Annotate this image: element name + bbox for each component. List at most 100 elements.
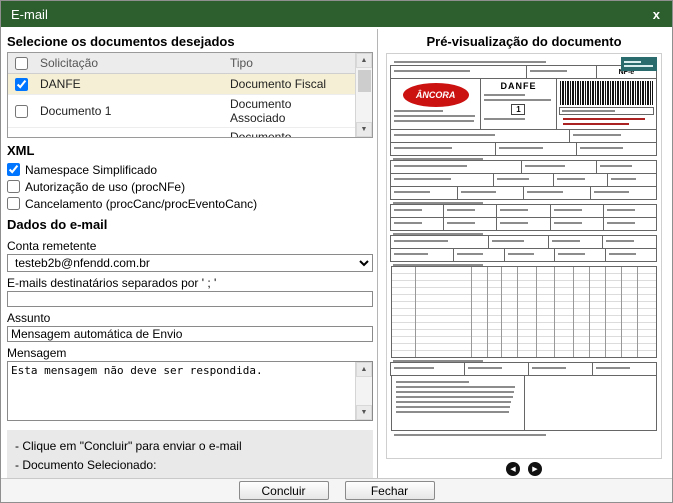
skeleton-text-line bbox=[492, 240, 523, 242]
invoice-detail bbox=[496, 204, 550, 218]
invoice-detail bbox=[390, 235, 489, 249]
invoice-detail bbox=[416, 267, 472, 357]
dialog-footer: Concluir Fechar bbox=[1, 478, 672, 502]
recipients-label: E-mails destinatários separados por ' ; … bbox=[7, 276, 373, 290]
column-header-tipo: Tipo bbox=[224, 53, 355, 73]
invoice-detail bbox=[554, 248, 606, 262]
invoice-additional-data bbox=[391, 375, 657, 431]
table-row[interactable]: Documento 2 Documento Associado bbox=[8, 127, 355, 138]
fechar-button[interactable]: Fechar bbox=[345, 481, 435, 500]
row-checkbox[interactable] bbox=[15, 78, 28, 91]
invoice-detail bbox=[483, 118, 553, 120]
info-line-instruction: - Clique em "Concluir" para enviar o e-m… bbox=[15, 437, 365, 456]
row-name: DANFE bbox=[34, 73, 224, 94]
recipients-input[interactable] bbox=[7, 291, 373, 307]
invoice-detail bbox=[596, 160, 657, 174]
row-type: Documento Fiscal bbox=[224, 73, 355, 94]
documents-table: Solicitação Tipo DANFE Documento Fiscal bbox=[7, 52, 373, 138]
skeleton-text-line bbox=[532, 367, 566, 369]
invoice-detail bbox=[488, 267, 502, 357]
invoice-detail bbox=[488, 235, 548, 249]
email-dialog: E-mail x Selecione os documentos desejad… bbox=[0, 0, 673, 503]
prev-page-icon[interactable]: ◀ bbox=[506, 462, 520, 476]
xml-option-autorizacao[interactable]: Autorização de uso (procNFe) bbox=[7, 180, 373, 194]
skeleton-text-line bbox=[596, 367, 630, 369]
skeleton-text-line bbox=[396, 396, 513, 398]
skeleton-text-line bbox=[394, 147, 452, 149]
invoice-detail bbox=[605, 248, 657, 262]
invoice-detail bbox=[391, 187, 657, 200]
select-all-checkbox[interactable] bbox=[15, 57, 28, 70]
invoice-detail bbox=[472, 267, 488, 357]
invoice-detail bbox=[550, 217, 604, 231]
panel-divider bbox=[377, 29, 378, 478]
skeleton-text-line bbox=[530, 70, 568, 72]
invoice-detail bbox=[574, 267, 590, 357]
close-icon[interactable]: x bbox=[651, 7, 662, 22]
skeleton-text-line bbox=[580, 147, 624, 149]
scroll-thumb[interactable] bbox=[358, 70, 371, 92]
skeleton-text-line bbox=[394, 70, 470, 72]
invoice-detail bbox=[592, 362, 657, 376]
scroll-down-icon[interactable]: ▼ bbox=[356, 405, 372, 420]
skeleton-text-line bbox=[484, 118, 525, 120]
subject-input[interactable] bbox=[7, 326, 373, 342]
invoice-detail bbox=[622, 267, 638, 357]
table-scrollbar[interactable]: ▲ ▼ bbox=[355, 53, 372, 137]
invoice-detail bbox=[603, 217, 657, 231]
access-key-box bbox=[559, 107, 654, 115]
skeleton-text-line bbox=[484, 94, 525, 96]
scroll-down-icon[interactable]: ▼ bbox=[356, 122, 372, 137]
preview-heading: Pré-visualização do documento bbox=[382, 34, 666, 49]
invoice-detail bbox=[555, 267, 574, 357]
invoice-detail bbox=[550, 204, 604, 218]
invoice-detail bbox=[524, 376, 657, 430]
barcode bbox=[560, 81, 653, 105]
info-box: - Clique em "Concluir" para enviar o e-m… bbox=[7, 430, 373, 478]
invoice-detail bbox=[391, 61, 657, 63]
invoice-detail bbox=[496, 217, 550, 231]
next-page-icon[interactable]: ▶ bbox=[528, 462, 542, 476]
table-row[interactable]: Documento 1 Documento Associado bbox=[8, 94, 355, 127]
namespace-checkbox[interactable] bbox=[7, 163, 20, 176]
skeleton-text-line bbox=[447, 222, 475, 224]
message-textarea[interactable]: Esta mensagem não deve ser respondida. bbox=[8, 362, 355, 420]
scroll-up-icon[interactable]: ▲ bbox=[356, 362, 372, 377]
xml-option-label: Autorização de uso (procNFe) bbox=[25, 180, 185, 194]
skeleton-text-line bbox=[396, 411, 509, 413]
xml-option-namespace[interactable]: Namespace Simplificado bbox=[7, 163, 373, 177]
skeleton-text-line bbox=[394, 115, 475, 117]
skeleton-text-line bbox=[624, 65, 653, 67]
invoice-detail bbox=[390, 248, 454, 262]
textarea-scrollbar[interactable]: ▲ ▼ bbox=[355, 362, 372, 420]
table-row[interactable]: DANFE Documento Fiscal bbox=[8, 73, 355, 94]
invoice-detail bbox=[393, 110, 478, 122]
sender-select[interactable]: testeb2b@nfendd.com.br bbox=[7, 254, 373, 272]
invoice-detail: ÂNCORA bbox=[390, 78, 481, 130]
invoice-detail bbox=[563, 123, 630, 125]
invoice-detail bbox=[590, 267, 606, 357]
concluir-button[interactable]: Concluir bbox=[239, 481, 329, 500]
row-type: Documento Associado bbox=[224, 127, 355, 138]
skeleton-text-line bbox=[508, 253, 535, 255]
invoice-detail bbox=[563, 118, 645, 120]
invoice-detail bbox=[526, 65, 597, 79]
entrada-saida-box: 1 bbox=[511, 104, 525, 115]
skeleton-text-line bbox=[394, 434, 546, 436]
cancelamento-checkbox[interactable] bbox=[7, 197, 20, 210]
skeleton-text-line bbox=[525, 165, 566, 167]
skeleton-text-line bbox=[573, 134, 621, 136]
skeleton-text-line bbox=[607, 209, 635, 211]
invoice-detail bbox=[391, 363, 657, 376]
autorizacao-checkbox[interactable] bbox=[7, 180, 20, 193]
skeleton-text-line bbox=[394, 61, 546, 63]
xml-option-cancelamento[interactable]: Cancelamento (procCanc/procEventoCanc) bbox=[7, 197, 373, 211]
invoice-detail bbox=[493, 173, 553, 187]
invoice-detail bbox=[603, 204, 657, 218]
skeleton-text-line bbox=[600, 165, 632, 167]
skeleton-text-line bbox=[552, 240, 581, 242]
invoice-detail: ÂNCORA bbox=[416, 90, 456, 100]
scroll-up-icon[interactable]: ▲ bbox=[356, 53, 372, 68]
row-checkbox[interactable] bbox=[15, 105, 28, 118]
invoice-detail bbox=[502, 267, 518, 357]
